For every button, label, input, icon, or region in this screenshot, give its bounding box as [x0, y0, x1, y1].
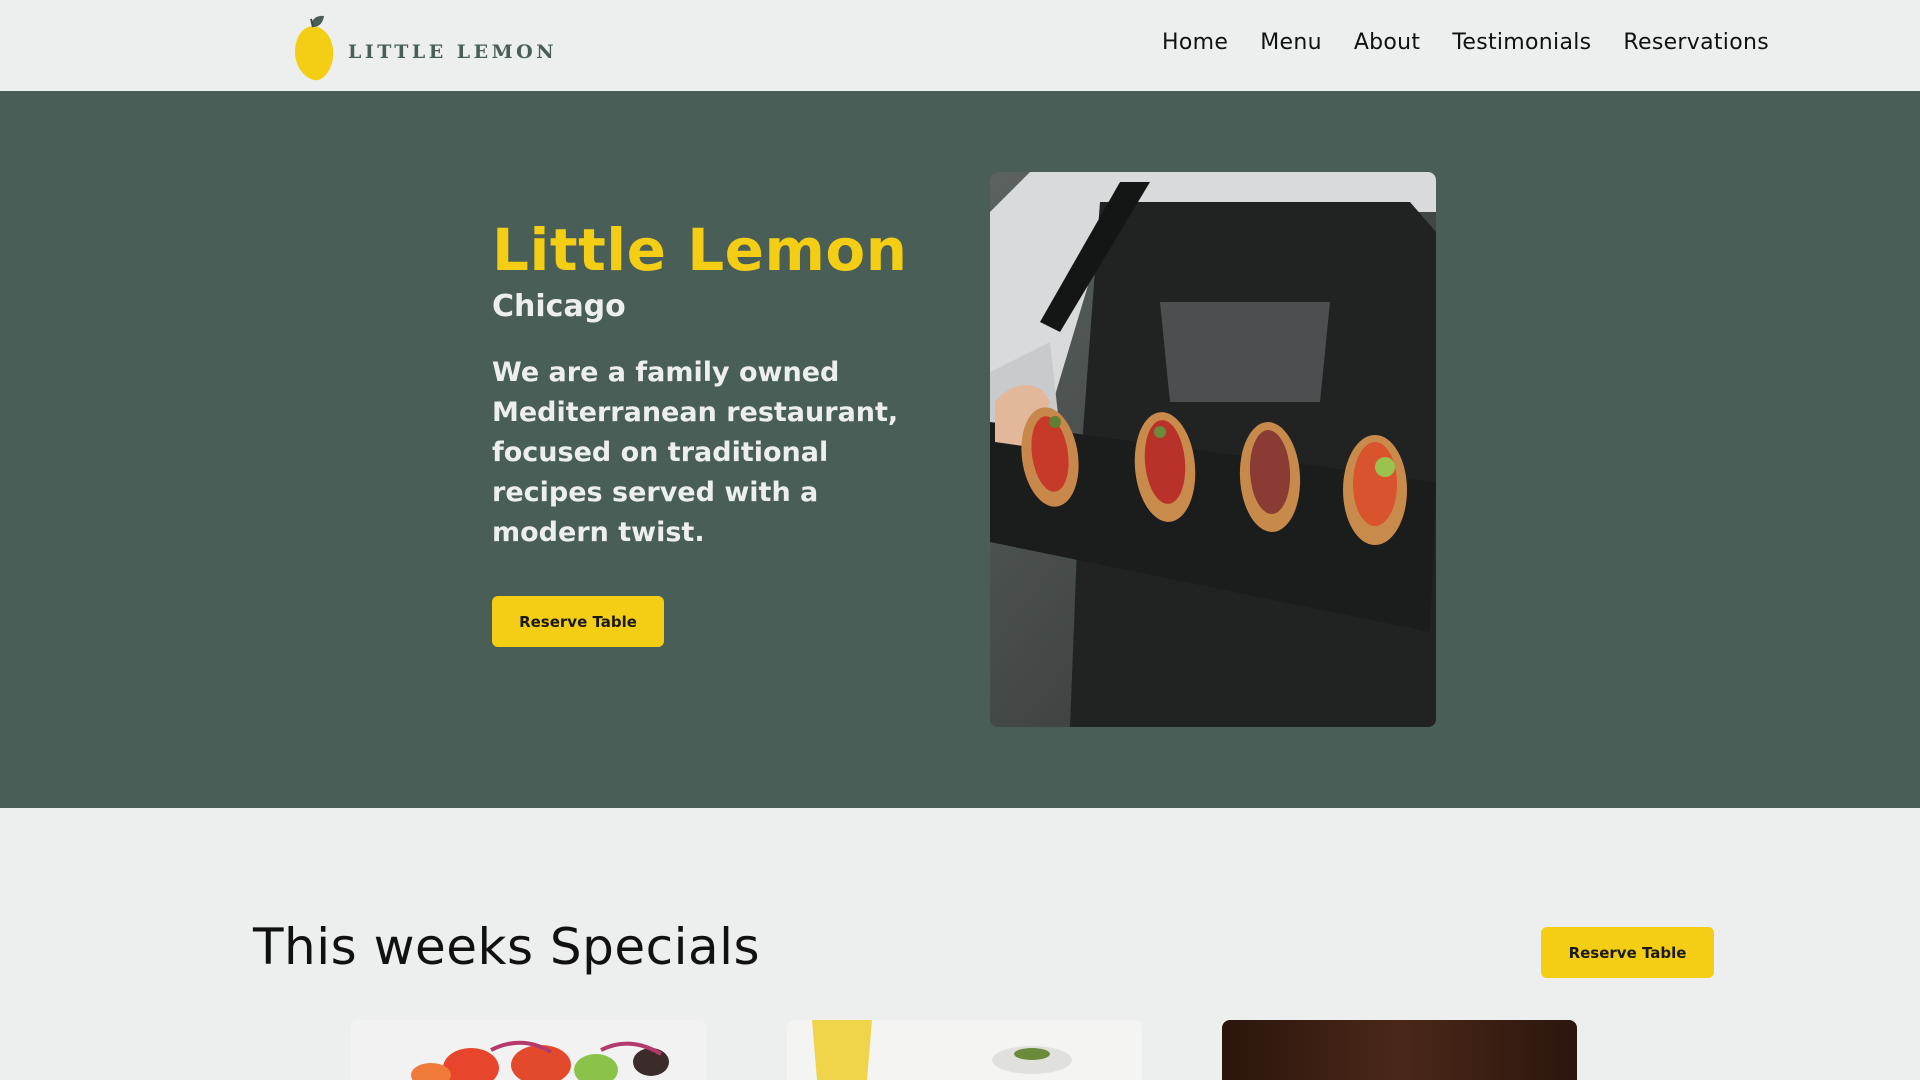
- main-nav: Home Menu About Testimonials Reservation…: [1146, 30, 1785, 55]
- nav-about[interactable]: About: [1338, 30, 1437, 55]
- hero-title: Little Lemon: [492, 216, 908, 284]
- special-card-image-1: [351, 1020, 706, 1080]
- logo[interactable]: LITTLE LEMON: [292, 14, 557, 84]
- logo-text: LITTLE LEMON: [348, 41, 558, 63]
- reserve-table-button[interactable]: Reserve Table: [492, 596, 664, 647]
- nav-menu[interactable]: Menu: [1244, 30, 1338, 55]
- specials-reserve-table-button[interactable]: Reserve Table: [1541, 927, 1714, 978]
- hero-description: We are a family owned Mediterranean rest…: [492, 357, 899, 548]
- site-header: LITTLE LEMON Home Menu About Testimonial…: [0, 0, 1920, 91]
- hero-image: [990, 172, 1436, 727]
- special-card-image-3: [1222, 1020, 1577, 1080]
- nav-reservations[interactable]: Reservations: [1607, 30, 1785, 55]
- nav-home[interactable]: Home: [1146, 30, 1244, 55]
- hero-subtitle: Chicago: [492, 289, 626, 324]
- special-card-image-2: [787, 1020, 1142, 1080]
- specials-title: This weeks Specials: [253, 918, 761, 976]
- nav-testimonials[interactable]: Testimonials: [1436, 30, 1607, 55]
- lemon-icon: [295, 15, 334, 81]
- hero-section: Little Lemon Chicago We are a family own…: [0, 91, 1920, 808]
